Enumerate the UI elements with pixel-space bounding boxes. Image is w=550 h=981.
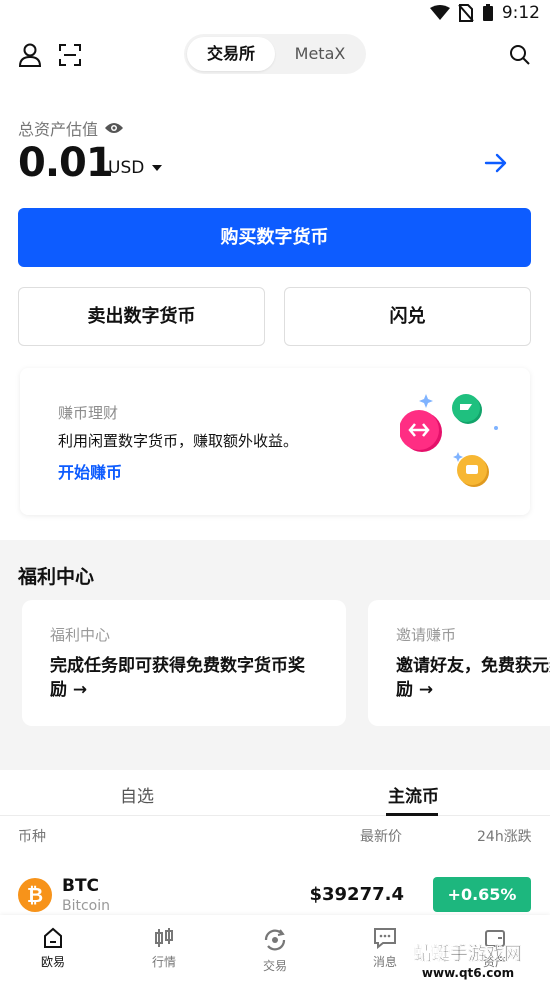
column-header-change: 24h涨跌	[477, 829, 532, 845]
message-icon	[374, 928, 396, 949]
no-sim-icon	[458, 4, 474, 22]
earn-subtitle: 赚币理财	[58, 404, 119, 422]
watermark-url: www.qt6.com	[421, 966, 515, 980]
candlestick-icon	[155, 928, 173, 947]
tab-exchange[interactable]: 交易所	[187, 37, 275, 71]
total-assets-text: 总资产估值	[18, 120, 99, 139]
total-assets-label: 总资产估值	[18, 116, 124, 140]
nav-trade[interactable]: 交易	[240, 927, 310, 974]
status-bar: 9:12	[0, 0, 550, 28]
sell-crypto-button[interactable]: 卖出数字货币	[18, 287, 265, 346]
welfare-card-invite[interactable]: 邀请赚币 邀请好友，免费获元奖励 →	[368, 600, 550, 726]
coin-symbol: BTC	[62, 876, 100, 896]
welfare-card-subtitle: 福利中心	[50, 626, 111, 644]
tab-favorites[interactable]: 自选	[120, 782, 154, 807]
welfare-title: 福利中心	[18, 566, 95, 588]
start-earning-link[interactable]: 开始赚币	[58, 459, 122, 483]
nav-label: 行情	[151, 955, 176, 969]
watermark: 蜻蜓手游戏网 www.qt6.com	[398, 940, 538, 980]
nav-label: 欧易	[40, 955, 65, 969]
profile-icon[interactable]	[17, 42, 43, 68]
column-header-price: 最新价	[360, 829, 402, 845]
total-assets-value: 0.01	[18, 140, 114, 186]
market-row[interactable]: ₿ BTC Bitcoin $39277.4 +0.65%	[0, 864, 550, 916]
welfare-card-subtitle: 邀请赚币	[396, 626, 457, 644]
currency-selector[interactable]: USD	[108, 158, 163, 178]
battery-icon	[482, 4, 493, 21]
buy-crypto-button[interactable]: 购买数字货币	[18, 208, 531, 267]
coin-name: Bitcoin	[62, 898, 111, 914]
welfare-card-tasks[interactable]: 福利中心 完成任务即可获得免费数字货币奖励 →	[22, 600, 346, 726]
caret-down-icon	[152, 165, 163, 171]
scan-icon[interactable]	[57, 42, 83, 68]
eye-icon[interactable]	[104, 121, 124, 135]
welfare-card-text: 完成任务即可获得免费数字货币奖励 →	[50, 656, 305, 700]
coin-price: $39277.4	[309, 884, 404, 905]
bitcoin-icon: ₿	[18, 878, 52, 912]
clock: 9:12	[501, 3, 540, 23]
nav-home[interactable]: 欧易	[18, 927, 88, 970]
arrow-right-icon[interactable]	[484, 152, 508, 174]
active-tab-indicator	[386, 813, 438, 816]
currency-label: USD	[108, 158, 145, 178]
flash-swap-button[interactable]: 闪兑	[284, 287, 531, 346]
watermark-title: 蜻蜓手游戏网	[414, 944, 522, 965]
home-icon	[44, 927, 62, 948]
tab-mainstream[interactable]: 主流币	[388, 782, 439, 807]
welfare-card-text: 邀请好友，免费获元奖励 →	[396, 656, 550, 700]
coins-illustration	[400, 394, 498, 487]
exchange-segmented-control: 交易所 MetaX	[184, 34, 366, 74]
nav-label: 交易	[262, 959, 287, 973]
trade-icon	[264, 929, 286, 951]
market-tabs: 自选 主流币	[0, 770, 550, 816]
search-icon[interactable]	[507, 42, 533, 68]
column-header-coin: 币种	[18, 829, 46, 845]
top-header: 交易所 MetaX	[0, 34, 550, 76]
earn-card[interactable]: 赚币理财 利用闲置数字货币，赚取额外收益。 开始赚币	[20, 368, 530, 515]
coin-change-badge[interactable]: +0.65%	[433, 877, 531, 912]
tab-metax[interactable]: MetaX	[278, 37, 362, 71]
earn-description: 利用闲置数字货币，赚取额外收益。	[58, 432, 299, 450]
wifi-icon	[429, 5, 450, 20]
welfare-section: 福利中心 福利中心 完成任务即可获得免费数字货币奖励 → 邀请赚币 邀请好友，免…	[0, 540, 550, 770]
nav-market[interactable]: 行情	[129, 927, 199, 970]
